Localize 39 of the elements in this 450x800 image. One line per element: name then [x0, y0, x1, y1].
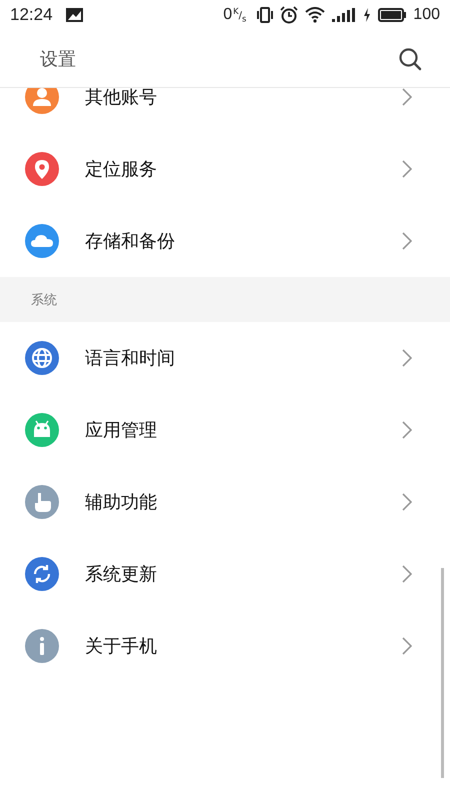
settings-item[interactable]: 定位服务 — [0, 133, 450, 205]
settings-item[interactable]: 关于手机 — [0, 610, 450, 682]
wifi-icon — [305, 7, 326, 23]
chevron-icon — [402, 493, 412, 511]
page-title: 设置 — [40, 48, 76, 70]
charging-icon — [363, 8, 372, 22]
network-speed: 0 — [223, 6, 232, 24]
settings-item[interactable]: 其他账号 — [0, 88, 450, 133]
speed-unit: $^{K}$/$_{s}$ — [233, 6, 246, 24]
chevron-icon — [402, 637, 412, 655]
item-label: 其他账号 — [85, 88, 158, 109]
scrollbar[interactable] — [441, 568, 444, 778]
chevron-icon — [402, 349, 412, 367]
settings-item[interactable]: 应用管理 — [0, 394, 450, 466]
search-icon[interactable] — [398, 46, 422, 70]
item-label: 关于手机 — [85, 635, 158, 658]
item-label: 系统更新 — [85, 563, 158, 586]
chevron-icon — [402, 160, 412, 178]
settings-item[interactable]: 辅助功能 — [0, 466, 450, 538]
signal-icon — [332, 8, 356, 22]
item-label: 辅助功能 — [85, 491, 158, 514]
battery-icon — [378, 8, 406, 22]
chevron-icon — [402, 421, 412, 439]
section-header: 系统 — [0, 277, 450, 322]
chevron-icon — [402, 565, 412, 583]
settings-item[interactable]: 语言和时间 — [0, 322, 450, 394]
item-label: 存储和备份 — [85, 230, 176, 253]
vibrate-icon — [257, 7, 274, 23]
clock-time: 12:24 — [10, 5, 53, 25]
alarm-icon — [280, 6, 298, 24]
battery-level: 100 — [413, 6, 440, 24]
settings-item[interactable]: 系统更新 — [0, 538, 450, 610]
item-label: 语言和时间 — [85, 347, 176, 370]
settings-item[interactable]: 存储和备份 — [0, 205, 450, 277]
chevron-icon — [402, 88, 412, 106]
image-icon — [66, 8, 83, 22]
item-label: 应用管理 — [85, 419, 158, 442]
chevron-icon — [402, 232, 412, 250]
item-label: 定位服务 — [85, 158, 158, 181]
